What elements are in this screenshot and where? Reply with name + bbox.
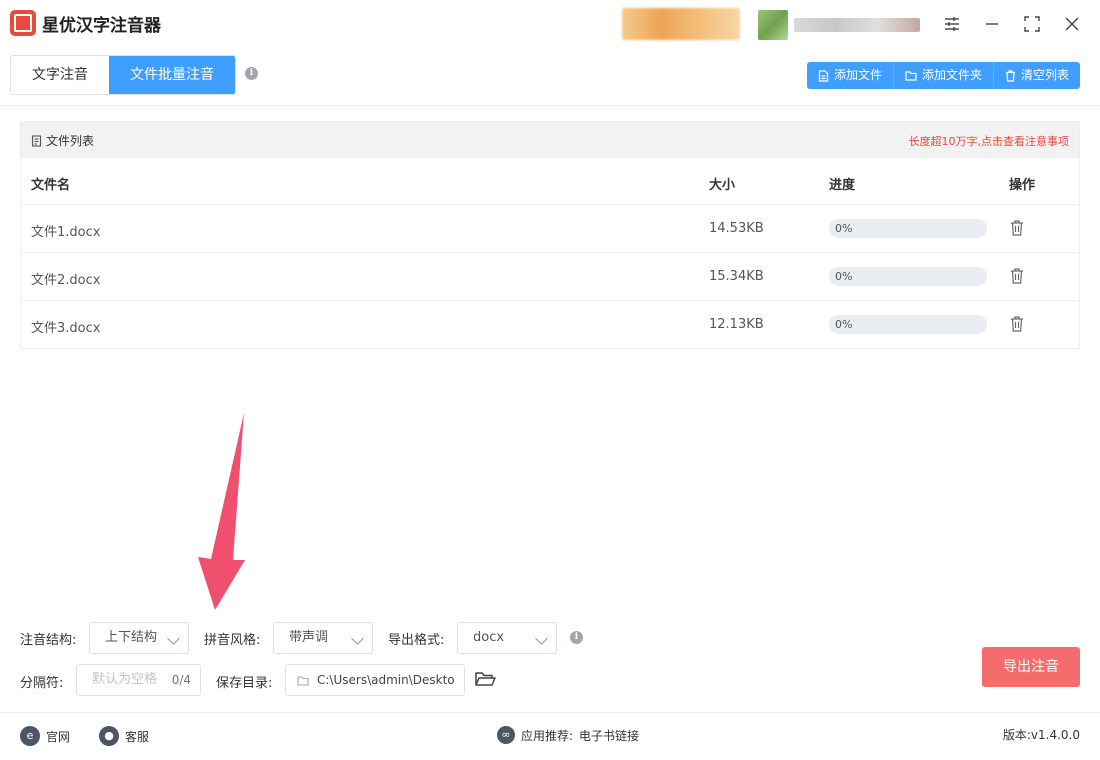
table-row[interactable]: 文件2.docx 15.34KB 0% bbox=[21, 253, 1079, 301]
pinyin-style-value: 带声调 bbox=[289, 630, 329, 645]
title-bar: 星优汉字注音器 bbox=[0, 0, 1100, 48]
clear-list-button[interactable]: 清空列表 bbox=[993, 62, 1080, 89]
chevron-down-icon bbox=[167, 632, 180, 645]
table-header: 文件名 大小 进度 操作 bbox=[21, 158, 1079, 205]
trash-icon bbox=[1005, 69, 1015, 82]
ebook-link[interactable]: 电子书链接 bbox=[579, 727, 639, 744]
delete-icon[interactable] bbox=[1009, 315, 1025, 333]
add-file-button[interactable]: 添加文件 bbox=[806, 62, 894, 89]
annotation-arrow bbox=[198, 413, 245, 610]
save-dir-value: C:\Users\admin\Deskto bbox=[317, 673, 455, 687]
recommend-label: 应用推荐: bbox=[521, 728, 574, 743]
export-format-value: docx bbox=[473, 630, 505, 645]
clear-list-label: 清空列表 bbox=[1020, 68, 1069, 82]
delete-icon[interactable] bbox=[1009, 219, 1025, 237]
add-file-label: 添加文件 bbox=[833, 68, 882, 82]
document-icon bbox=[31, 134, 42, 147]
file-size: 14.53KB bbox=[709, 221, 764, 236]
blurred-account-name bbox=[794, 18, 920, 32]
maximize-icon[interactable] bbox=[1020, 12, 1044, 36]
close-icon[interactable] bbox=[1060, 12, 1084, 36]
minimize-icon[interactable] bbox=[980, 12, 1004, 36]
folder-icon bbox=[905, 71, 917, 81]
chat-icon: ● bbox=[99, 726, 119, 746]
export-format-label: 导出格式: bbox=[388, 633, 445, 648]
chevron-down-icon bbox=[351, 632, 364, 645]
progress-bar: 0% bbox=[829, 315, 987, 334]
add-folder-button[interactable]: 添加文件夹 bbox=[893, 62, 994, 89]
structure-select[interactable]: 上下结构 bbox=[89, 622, 189, 654]
add-folder-label: 添加文件夹 bbox=[921, 68, 982, 82]
file-toolbar: 添加文件 添加文件夹 清空列表 bbox=[806, 62, 1080, 89]
settings-icon[interactable] bbox=[940, 12, 964, 36]
table-row[interactable]: 文件1.docx 14.53KB 0% bbox=[21, 205, 1079, 253]
file-list-title-text: 文件列表 bbox=[46, 134, 95, 148]
format-info-icon[interactable]: i bbox=[570, 631, 583, 644]
app-logo-icon bbox=[10, 10, 36, 36]
delete-icon[interactable] bbox=[1009, 267, 1025, 285]
blurred-user-info bbox=[622, 8, 740, 40]
ie-icon: e bbox=[20, 726, 40, 746]
file-list-header: 文件列表 长度超10万字,点击查看注意事项 bbox=[21, 122, 1079, 158]
export-button[interactable]: 导出注音 bbox=[982, 647, 1080, 687]
file-list-title: 文件列表 bbox=[31, 132, 94, 149]
column-size: 大小 bbox=[709, 178, 736, 193]
separator-placeholder: 默认为空格 bbox=[92, 672, 158, 687]
separator-counter: 0/4 bbox=[171, 673, 191, 687]
separator-input[interactable]: 默认为空格 0/4 bbox=[76, 664, 201, 696]
header-divider bbox=[0, 105, 1100, 106]
website-link[interactable]: e 官网 bbox=[20, 726, 70, 746]
tab-text-annotation[interactable]: 文字注音 bbox=[11, 56, 109, 94]
progress-bar: 0% bbox=[829, 219, 987, 238]
app-recommend: ∞ 应用推荐: 电子书链接 bbox=[497, 726, 639, 744]
save-dir-input[interactable]: C:\Users\admin\Deskto bbox=[285, 664, 465, 696]
table-row[interactable]: 文件3.docx 12.13KB 0% bbox=[21, 301, 1079, 349]
file-name: 文件2.docx bbox=[31, 273, 101, 288]
support-label: 客服 bbox=[125, 729, 150, 744]
version-text: 版本:v1.4.0.0 bbox=[1002, 728, 1080, 742]
structure-value: 上下结构 bbox=[105, 630, 158, 645]
column-actions: 操作 bbox=[1009, 178, 1036, 193]
website-label: 官网 bbox=[46, 729, 71, 744]
support-link[interactable]: ● 客服 bbox=[99, 726, 149, 746]
column-progress: 进度 bbox=[829, 178, 856, 193]
column-filename: 文件名 bbox=[31, 178, 71, 193]
file-name: 文件3.docx bbox=[31, 321, 101, 336]
export-format-select[interactable]: docx bbox=[457, 622, 557, 654]
chevron-down-icon bbox=[535, 632, 548, 645]
file-size: 12.13KB bbox=[709, 317, 764, 332]
info-icon[interactable]: i bbox=[245, 67, 258, 80]
progress-bar: 0% bbox=[829, 267, 987, 286]
link-icon: ∞ bbox=[497, 726, 515, 744]
footer-divider bbox=[0, 712, 1100, 713]
pinyin-style-label: 拼音风格: bbox=[204, 633, 261, 648]
structure-label: 注音结构: bbox=[20, 633, 77, 648]
blurred-avatar[interactable] bbox=[758, 10, 788, 40]
file-name: 文件1.docx bbox=[31, 225, 101, 240]
mode-tabs: 文字注音 文件批量注音 bbox=[10, 55, 236, 95]
separator-label: 分隔符: bbox=[20, 676, 64, 691]
pinyin-style-select[interactable]: 带声调 bbox=[273, 622, 373, 654]
open-folder-icon[interactable] bbox=[474, 670, 496, 690]
tab-batch-file-annotation[interactable]: 文件批量注音 bbox=[109, 56, 235, 94]
file-list-panel: 文件列表 长度超10万字,点击查看注意事项 文件名 大小 进度 操作 文件1.d… bbox=[20, 121, 1080, 349]
file-icon bbox=[818, 69, 829, 82]
app-title: 星优汉字注音器 bbox=[42, 16, 161, 36]
length-notice-link[interactable]: 长度超10万字,点击查看注意事项 bbox=[909, 133, 1070, 149]
file-size: 15.34KB bbox=[709, 269, 764, 284]
save-dir-label: 保存目录: bbox=[216, 676, 273, 691]
folder-icon bbox=[297, 676, 309, 686]
